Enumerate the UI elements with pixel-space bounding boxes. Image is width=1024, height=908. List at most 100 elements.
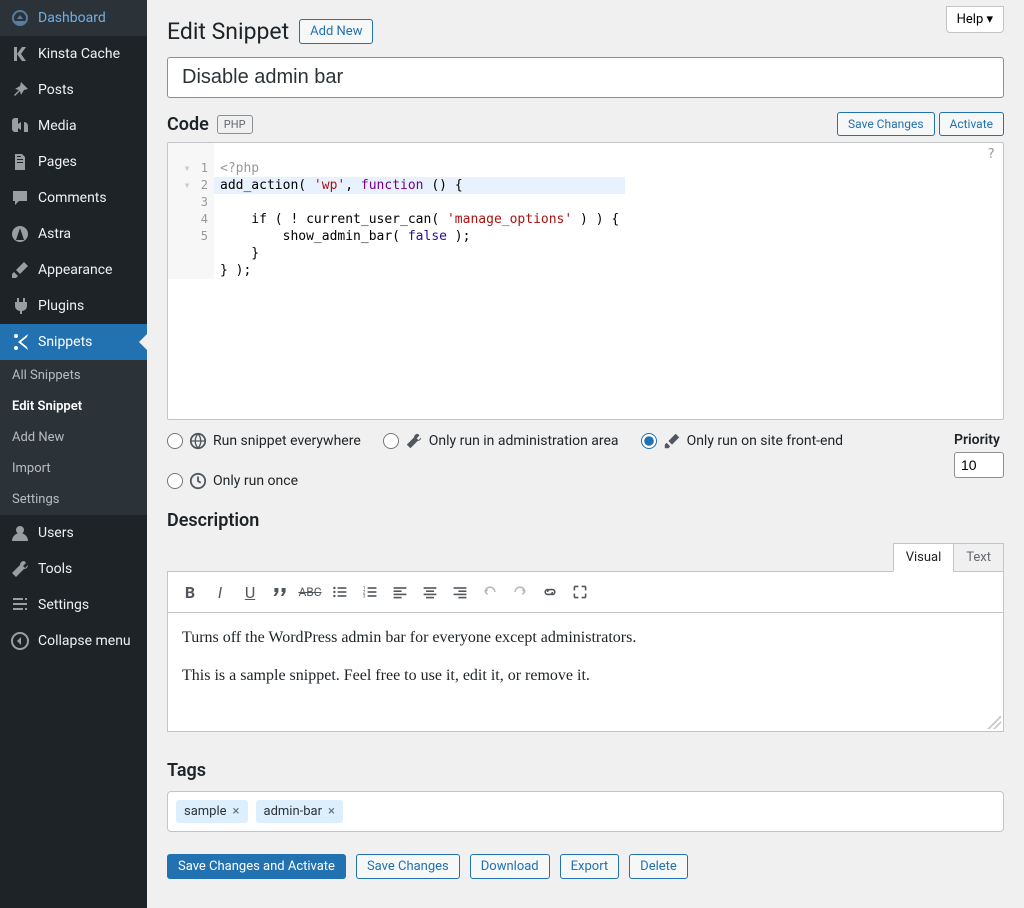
page-icon [10, 152, 30, 172]
sidebar-label: Kinsta Cache [38, 46, 120, 62]
snippet-title-input[interactable] [167, 57, 1004, 98]
sidebar-item-collapse[interactable]: Collapse menu [0, 623, 147, 659]
svg-text:3: 3 [363, 594, 366, 600]
scope-once-radio[interactable] [167, 473, 183, 489]
code-content[interactable]: <?phpadd_action( 'wp', function () { if … [214, 143, 625, 279]
submenu-import[interactable]: Import [0, 453, 147, 484]
quote-button[interactable] [266, 578, 294, 606]
submenu-settings[interactable]: Settings [0, 484, 147, 515]
scope-once-label: Only run once [213, 473, 298, 489]
sidebar-label: Users [38, 525, 74, 541]
wrench-icon [10, 559, 30, 579]
users-icon [10, 523, 30, 543]
astra-icon [10, 224, 30, 244]
fullscreen-button[interactable] [566, 578, 594, 606]
brush-icon [10, 260, 30, 280]
kinsta-icon [10, 44, 30, 64]
submenu-edit-snippet[interactable]: Edit Snippet [0, 391, 147, 422]
submenu-add-new[interactable]: Add New [0, 422, 147, 453]
align-left-button[interactable] [386, 578, 414, 606]
bold-button[interactable]: B [176, 578, 204, 606]
sidebar-label: Comments [38, 190, 107, 206]
sidebar-item-media[interactable]: Media [0, 108, 147, 144]
link-button[interactable] [536, 578, 564, 606]
sidebar-item-snippets[interactable]: Snippets [0, 324, 147, 360]
code-section-header: Code PHP Save Changes Activate [167, 112, 1004, 136]
submenu-all-snippets[interactable]: All Snippets [0, 360, 147, 391]
admin-sidebar: Dashboard Kinsta Cache Posts Media Pages… [0, 0, 147, 908]
tab-text[interactable]: Text [953, 543, 1004, 572]
editor-tabs: Visual Text [167, 543, 1004, 572]
sidebar-item-users[interactable]: Users [0, 515, 147, 551]
code-header-buttons: Save Changes Activate [837, 112, 1004, 136]
tab-visual[interactable]: Visual [893, 543, 954, 572]
priority-label: Priority [954, 432, 1004, 448]
scissors-icon [10, 332, 30, 352]
save-changes-button[interactable]: Save Changes [837, 112, 935, 136]
page-header: Edit Snippet Add New [167, 18, 1004, 45]
scope-admin[interactable]: Only run in administration area [383, 432, 619, 450]
save-activate-button[interactable]: Save Changes and Activate [167, 854, 346, 879]
scope-frontend-radio[interactable] [641, 433, 657, 449]
sidebar-item-appearance[interactable]: Appearance [0, 252, 147, 288]
download-button[interactable]: Download [470, 854, 550, 879]
undo-button[interactable] [476, 578, 504, 606]
snippets-submenu: All Snippets Edit Snippet Add New Import… [0, 360, 147, 515]
redo-button[interactable] [506, 578, 534, 606]
sidebar-item-settings[interactable]: Settings [0, 587, 147, 623]
sidebar-item-posts[interactable]: Posts [0, 72, 147, 108]
globe-icon [189, 432, 207, 450]
align-right-button[interactable] [446, 578, 474, 606]
description-heading: Description [167, 510, 1004, 531]
media-icon [10, 116, 30, 136]
sidebar-item-plugins[interactable]: Plugins [0, 288, 147, 324]
activate-button[interactable]: Activate [939, 112, 1005, 136]
sidebar-label: Snippets [38, 334, 92, 350]
sidebar-label: Plugins [38, 298, 84, 314]
scope-everywhere[interactable]: Run snippet everywhere [167, 432, 361, 450]
italic-button[interactable]: I [206, 578, 234, 606]
page-title: Edit Snippet [167, 18, 289, 45]
tag-item: admin-bar × [256, 800, 343, 823]
save-button[interactable]: Save Changes [356, 854, 460, 879]
sidebar-item-kinsta-cache[interactable]: Kinsta Cache [0, 36, 147, 72]
export-button[interactable]: Export [560, 854, 620, 879]
sidebar-item-comments[interactable]: Comments [0, 180, 147, 216]
sidebar-item-astra[interactable]: Astra [0, 216, 147, 252]
brush-small-icon [663, 432, 681, 450]
numbered-list-button[interactable]: 123 [356, 578, 384, 606]
tag-label: admin-bar [264, 804, 323, 819]
tag-item: sample × [176, 800, 248, 823]
scope-everywhere-radio[interactable] [167, 433, 183, 449]
add-new-button[interactable]: Add New [299, 19, 373, 44]
code-editor[interactable]: ? ▾1 ▾2 3 4 5 <?phpadd_action( 'wp', fun… [167, 142, 1004, 420]
delete-button[interactable]: Delete [629, 854, 688, 879]
sidebar-item-pages[interactable]: Pages [0, 144, 147, 180]
scope-options: Run snippet everywhere Only run in admin… [167, 432, 1004, 490]
resize-handle[interactable] [987, 715, 1001, 729]
scope-admin-radio[interactable] [383, 433, 399, 449]
php-badge: PHP [217, 115, 253, 134]
tags-heading: Tags [167, 760, 1004, 781]
bulleted-list-button[interactable] [326, 578, 354, 606]
sidebar-item-dashboard[interactable]: Dashboard [0, 0, 147, 36]
sidebar-label: Dashboard [38, 10, 106, 26]
scope-once[interactable]: Only run once [167, 472, 934, 490]
tag-remove-icon[interactable]: × [233, 804, 240, 819]
strikethrough-button[interactable]: ABC [296, 578, 324, 606]
scope-admin-label: Only run in administration area [429, 433, 619, 449]
help-tab[interactable]: Help ▾ [946, 6, 1004, 33]
priority-field: Priority [954, 432, 1004, 478]
tag-remove-icon[interactable]: × [328, 804, 335, 819]
sidebar-label: Tools [38, 561, 72, 577]
sidebar-label: Collapse menu [38, 633, 131, 649]
underline-button[interactable]: U [236, 578, 264, 606]
tags-input[interactable]: sample × admin-bar × [167, 791, 1004, 832]
scope-frontend[interactable]: Only run on site front-end [641, 432, 844, 450]
priority-input[interactable] [954, 452, 1004, 478]
sidebar-label: Pages [38, 154, 77, 170]
description-editor[interactable]: Turns off the WordPress admin bar for ev… [167, 612, 1004, 732]
code-help-icon[interactable]: ? [987, 147, 995, 162]
align-center-button[interactable] [416, 578, 444, 606]
sidebar-item-tools[interactable]: Tools [0, 551, 147, 587]
